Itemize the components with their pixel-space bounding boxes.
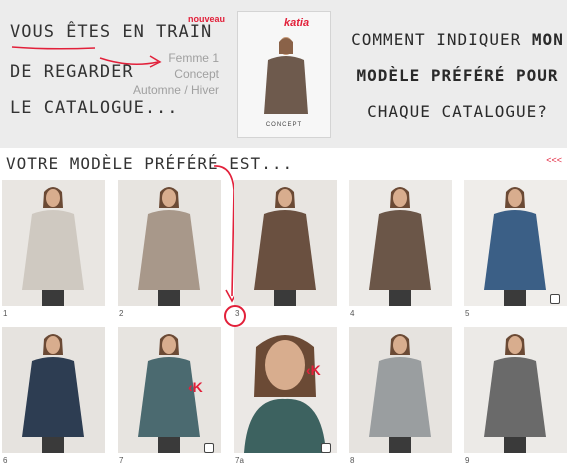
cover-brand-logo: katia bbox=[284, 17, 310, 29]
intro-line-1: VOUS ÊTES EN TRAIN bbox=[10, 22, 213, 42]
model-thumbnail[interactable] bbox=[464, 180, 567, 306]
selected-number-highlight bbox=[224, 305, 246, 327]
model-photo bbox=[369, 334, 431, 453]
model-photo bbox=[22, 187, 84, 306]
katia-k-mark-icon: ‹K bbox=[306, 362, 321, 378]
intro-line-2: DE REGARDER bbox=[10, 62, 134, 82]
model-number: 7a bbox=[235, 456, 244, 465]
model-thumbnail[interactable] bbox=[464, 327, 567, 453]
new-badge: nouveau bbox=[188, 14, 226, 24]
model-thumbnail[interactable] bbox=[349, 327, 452, 453]
model-thumbnail[interactable] bbox=[2, 327, 105, 453]
model-photo bbox=[138, 334, 200, 453]
intro-line-3: LE CATALOGUE... bbox=[10, 98, 179, 118]
model-number: 6 bbox=[3, 456, 8, 465]
model-photo bbox=[369, 187, 431, 306]
model-number: 9 bbox=[465, 456, 470, 465]
model-thumbnail[interactable] bbox=[118, 180, 221, 306]
model-photo bbox=[138, 187, 200, 306]
katia-k-mark-icon: ‹K bbox=[188, 379, 203, 395]
model-number: 2 bbox=[119, 309, 124, 318]
nav-back-link[interactable]: <<< bbox=[546, 155, 562, 165]
model-thumbnail[interactable] bbox=[2, 180, 105, 306]
catalogue-name-1: Femme 1 bbox=[168, 51, 219, 65]
model-number: 7 bbox=[119, 456, 124, 465]
model-photo bbox=[22, 334, 84, 453]
question-bold-1: MON bbox=[531, 30, 564, 49]
model-thumbnail[interactable] bbox=[118, 327, 221, 453]
model-number: 5 bbox=[465, 309, 470, 318]
model-thumbnail[interactable] bbox=[234, 327, 337, 453]
model-thumbnail[interactable] bbox=[349, 180, 452, 306]
model-photo bbox=[484, 334, 546, 453]
catalogue-season: Automne / Hiver bbox=[132, 83, 219, 97]
question-part-3: CHAQUE CATALOGUE? bbox=[367, 102, 548, 121]
favorite-label: VOTRE MODÈLE PRÉFÉRÉ EST... bbox=[6, 154, 294, 173]
question-bold-2: MODÈLE PRÉFÉRÉ POUR bbox=[356, 66, 559, 85]
yarn-badge-icon bbox=[321, 443, 331, 453]
cover-title: CONCEPT bbox=[265, 122, 303, 128]
model-photo bbox=[484, 187, 546, 306]
question-part-1: COMMENT INDIQUER bbox=[351, 30, 532, 49]
catalogue-name-2: Concept bbox=[174, 67, 219, 81]
question-heading: COMMENT INDIQUER MON MODÈLE PRÉFÉRÉ POUR… bbox=[350, 22, 565, 130]
catalogue-info: Femme 1 Concept Automne / Hiver bbox=[133, 50, 219, 98]
model-photo bbox=[254, 187, 316, 306]
yarn-badge-icon bbox=[550, 294, 560, 304]
model-thumbnail[interactable] bbox=[234, 180, 337, 306]
yarn-badge-icon bbox=[204, 443, 214, 453]
catalogue-cover[interactable]: katia CONCEPT bbox=[237, 11, 331, 138]
model-number: 8 bbox=[350, 456, 355, 465]
model-number: 1 bbox=[3, 309, 8, 318]
model-photo bbox=[244, 335, 326, 453]
model-number: 4 bbox=[350, 309, 355, 318]
cover-model-image bbox=[264, 37, 308, 114]
